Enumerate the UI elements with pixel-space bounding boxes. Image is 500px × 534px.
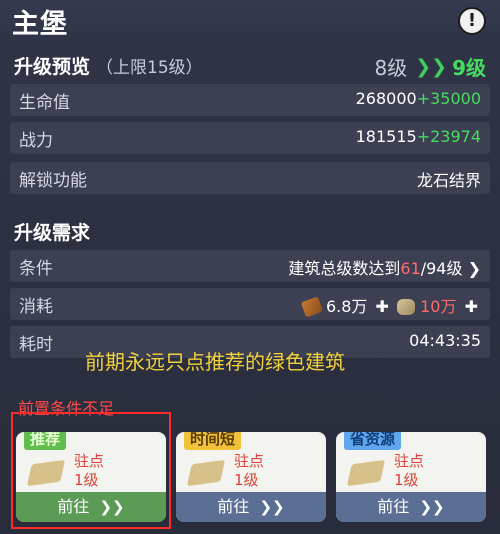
double-chevron-icon: ❯❯ — [419, 498, 445, 516]
req-row-consume: 消耗 6.8万 ✚ 10万 ✚ — [10, 288, 490, 320]
level-limit: （上限15级） — [96, 58, 203, 78]
double-chevron-icon: ❯❯ — [259, 498, 285, 516]
exclamation-icon[interactable]: ! — [458, 7, 486, 35]
go-label: 前往 — [217, 497, 250, 516]
card-tag: 时间短 — [184, 432, 242, 450]
page-title: 主堡 — [12, 9, 68, 40]
go-label: 前往 — [377, 497, 410, 516]
card-name: 驻点 — [394, 452, 425, 470]
level-change: 8级 ❯❯ 9级 — [375, 52, 487, 81]
current-level: 8级 — [374, 56, 408, 80]
stat-label: 生命值 — [19, 93, 70, 113]
highlight-annotation-box — [11, 412, 171, 529]
req-value: 6.8万 ✚ 10万 ✚ — [300, 293, 481, 318]
req-label: 条件 — [19, 259, 53, 279]
stat-label: 解锁功能 — [19, 171, 87, 191]
plus-icon[interactable]: ✚ — [376, 297, 389, 316]
condition-text: 建筑总级数达到 — [288, 259, 401, 278]
title-bar: 主堡 ! — [0, 0, 500, 44]
stat-base: 181515 — [355, 127, 417, 146]
card-level: 1级 — [394, 471, 419, 489]
annotation-text: 前期永远只点推荐的绿色建筑 — [85, 350, 345, 374]
stat-gain: +23974 — [416, 127, 481, 146]
chevron-right-icon[interactable]: ❯ — [468, 259, 481, 278]
stone-amount: 10万 — [420, 297, 457, 316]
req-value: 建筑总级数达到61/94级 ❯ — [288, 255, 481, 279]
req-label: 消耗 — [19, 297, 53, 317]
double-chevron-icon: ❯❯ — [415, 55, 448, 78]
stat-gain: +35000 — [416, 89, 481, 108]
card-save-resources[interactable]: 省资源 驻点 1级 前往 ❯❯ — [336, 432, 486, 522]
card-name: 驻点 — [234, 452, 265, 470]
stat-label: 战力 — [19, 131, 53, 151]
requirements-heading: 升级需求 — [14, 222, 91, 244]
go-button[interactable]: 前往 ❯❯ — [336, 492, 486, 522]
stat-row-power: 战力 181515+23974 — [10, 122, 490, 154]
upgrade-preview-heading: 升级预览 （上限15级） — [14, 52, 203, 79]
condition-current: 61 — [400, 259, 421, 278]
stat-row-unlock: 解锁功能 龙石结界 — [10, 162, 490, 194]
req-row-condition: 条件 建筑总级数达到61/94级 ❯ — [10, 250, 490, 282]
wood-amount: 6.8万 — [325, 297, 368, 316]
card-tag: 省资源 — [344, 432, 402, 450]
stat-value: 268000+35000 — [356, 89, 481, 108]
next-level: 9级 — [452, 56, 486, 80]
outpost-icon — [186, 454, 230, 492]
upgrade-panel: 主堡 ! 升级预览 （上限15级） 8级 ❯❯ 9级 生命值 268000+350… — [0, 0, 500, 534]
stat-row-hp: 生命值 268000+35000 — [10, 84, 490, 116]
stone-icon — [397, 299, 416, 315]
upgrade-preview-title: 升级预览 — [14, 56, 91, 78]
card-short-time[interactable]: 时间短 驻点 1级 前往 ❯❯ — [176, 432, 326, 522]
time-value: 04:43:35 — [409, 331, 481, 350]
condition-target: /94级 — [420, 259, 463, 278]
wood-icon — [300, 296, 324, 318]
req-label: 耗时 — [19, 335, 53, 355]
stat-value: 181515+23974 — [356, 127, 481, 146]
plus-icon[interactable]: ✚ — [465, 297, 478, 316]
card-level: 1级 — [234, 471, 259, 489]
outpost-icon — [346, 454, 390, 492]
unlock-feature: 龙石结界 — [416, 171, 481, 190]
stat-base: 268000 — [355, 89, 417, 108]
go-button[interactable]: 前往 ❯❯ — [176, 492, 326, 522]
